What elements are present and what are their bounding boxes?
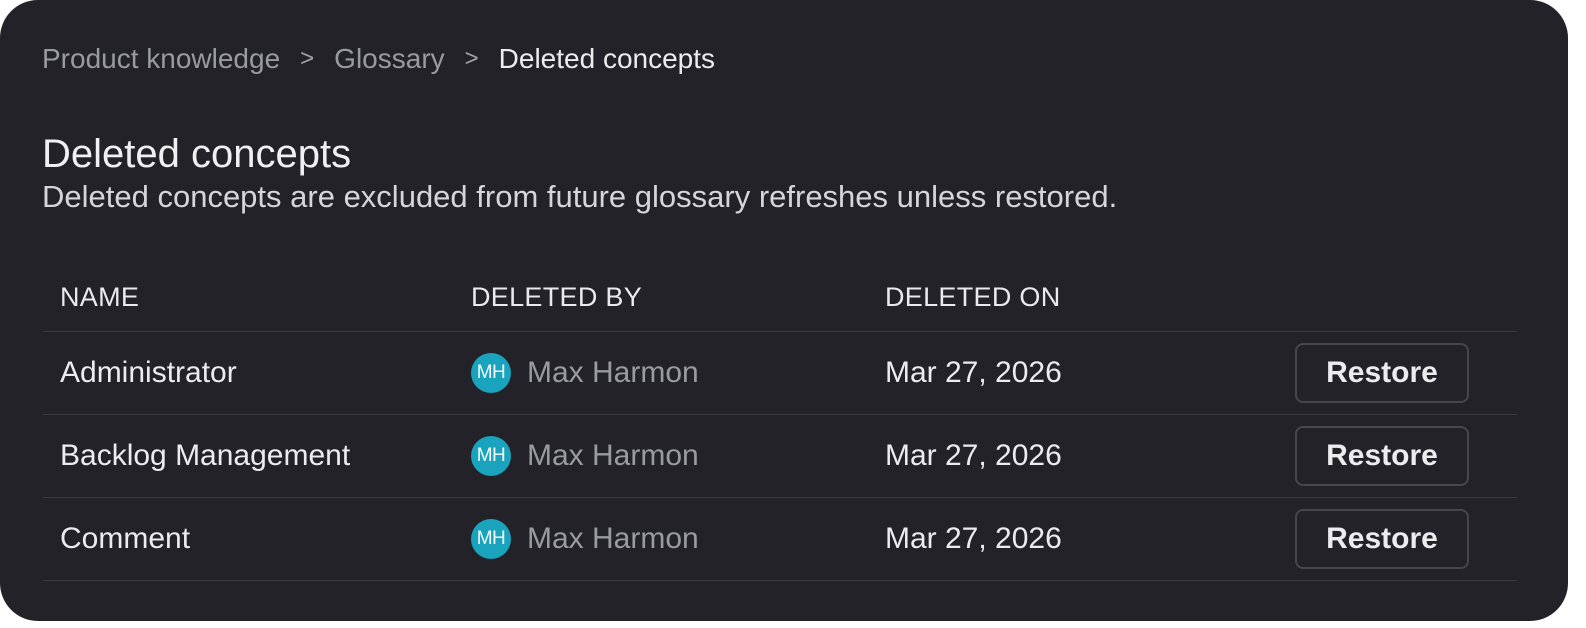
deleted-by-cell: MH Max Harmon [471,332,699,414]
deleted-concepts-table: NAME DELETED BY DELETED ON Administrator… [43,260,1517,581]
deleted-by-name: Max Harmon [527,522,699,555]
deleted-by-name: Max Harmon [527,439,699,472]
restore-button[interactable]: Restore [1295,509,1469,569]
table-row: Backlog Management MH Max Harmon Mar 27,… [43,415,1517,498]
column-header-deleted-by: DELETED BY [471,282,643,312]
deleted-on-date: Mar 27, 2026 [885,522,1062,555]
action-cell: Restore [1295,332,1469,414]
deleted-on-date: Mar 27, 2026 [885,356,1062,389]
deleted-by-name: Max Harmon [527,356,699,389]
breadcrumb-item-current: Deleted concepts [498,43,716,74]
deleted-concepts-panel: Product knowledge > Glossary > Deleted c… [0,0,1568,621]
avatar: MH [471,353,511,393]
breadcrumb-separator: > [300,45,315,72]
page-title: Deleted concepts [42,131,352,176]
breadcrumb: Product knowledge > Glossary > Deleted c… [42,40,715,78]
concept-name: Backlog Management [60,439,351,472]
restore-button[interactable]: Restore [1295,426,1469,486]
deleted-by-cell: MH Max Harmon [471,498,699,580]
page-description: Deleted concepts are excluded from futur… [42,179,1118,214]
breadcrumb-separator: > [464,45,479,72]
avatar: MH [471,519,511,559]
action-cell: Restore [1295,498,1469,580]
table-row: Administrator MH Max Harmon Mar 27, 2026… [43,332,1517,415]
deleted-by-cell: MH Max Harmon [471,415,699,497]
column-header-deleted-on: DELETED ON [885,282,1061,312]
breadcrumb-item-glossary[interactable]: Glossary [334,40,444,78]
column-header-name: NAME [60,282,140,312]
restore-button[interactable]: Restore [1295,343,1469,403]
concept-name: Comment [60,522,191,555]
avatar: MH [471,436,511,476]
deleted-on-date: Mar 27, 2026 [885,439,1062,472]
action-cell: Restore [1295,415,1469,497]
table-row: Comment MH Max Harmon Mar 27, 2026 Resto… [43,498,1517,581]
table-header: NAME DELETED BY DELETED ON [43,260,1517,332]
concept-name: Administrator [60,356,237,389]
breadcrumb-item-product-knowledge[interactable]: Product knowledge [42,40,280,78]
